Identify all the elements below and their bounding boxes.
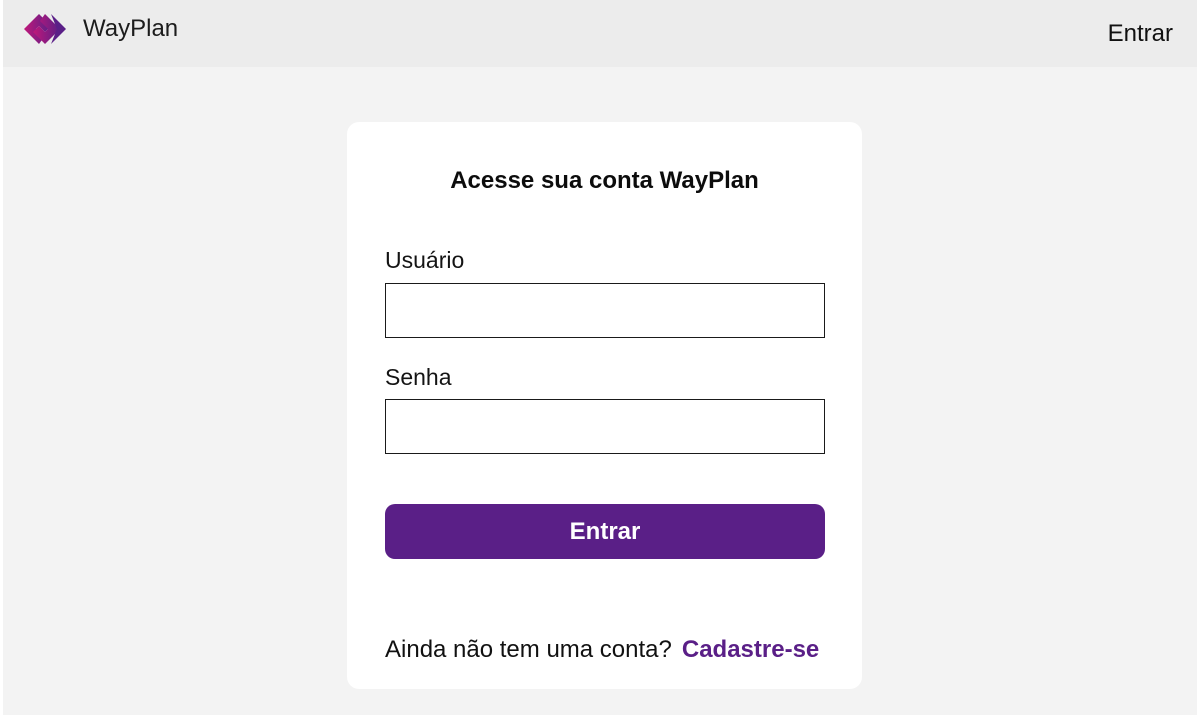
login-submit-button[interactable]: Entrar (385, 504, 825, 559)
top-header: WayPlan Entrar (3, 0, 1197, 67)
login-title: Acesse sua conta WayPlan (450, 167, 759, 194)
page-background: WayPlan Entrar Acesse sua conta WayPlan … (3, 0, 1197, 715)
username-input[interactable] (385, 283, 825, 338)
password-label: Senha (385, 364, 452, 390)
username-label: Usuário (385, 247, 465, 273)
signup-prompt-text: Ainda não tem uma conta? (385, 636, 672, 663)
signup-link[interactable]: Cadastre-se (682, 636, 819, 663)
login-card: Acesse sua conta WayPlan Usuário Senha E… (347, 122, 862, 689)
interlocked-diamond-logo-icon (24, 14, 66, 44)
password-input[interactable] (385, 399, 825, 454)
signup-prompt-row: Ainda não tem uma conta? Cadastre-se (385, 636, 819, 664)
brand-logo-link[interactable]: WayPlan (20, 9, 178, 49)
brand-name: WayPlan (83, 15, 179, 42)
header-login-link[interactable]: Entrar (1108, 20, 1173, 48)
